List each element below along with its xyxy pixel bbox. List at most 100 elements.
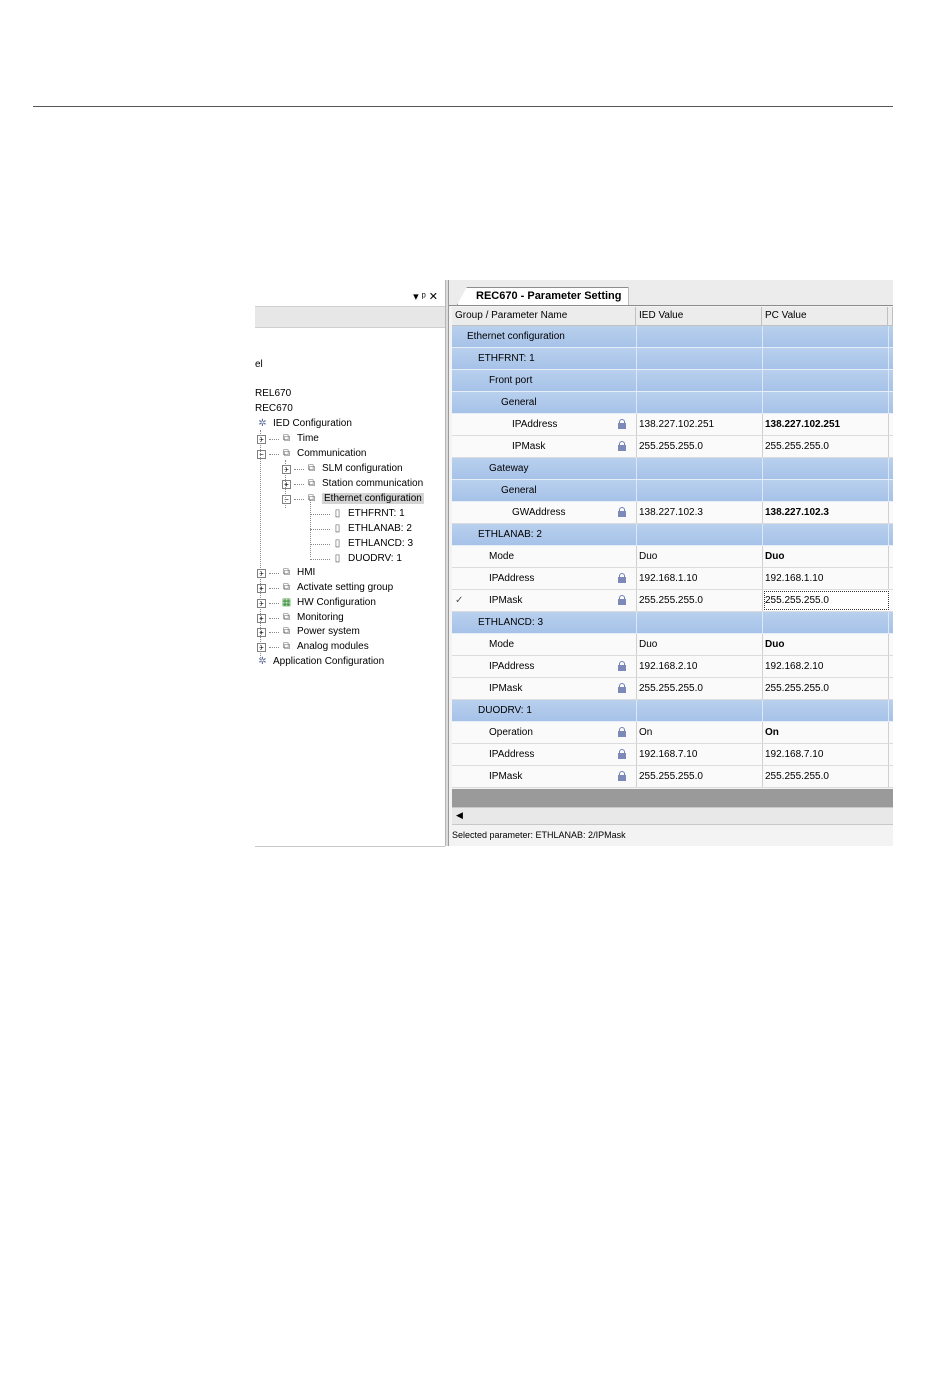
group-row[interactable]: ETHLANAB: 2	[452, 524, 893, 546]
parameter-row[interactable]: Operation On On	[452, 722, 893, 744]
tree-item[interactable]: + ⧉ Station communication	[282, 477, 423, 492]
tree-item[interactable]: + ⧉ Time	[257, 432, 319, 447]
parameter-icon: ▯	[334, 538, 341, 549]
group-row[interactable]: ETHLANCD: 3	[452, 612, 893, 634]
parameter-row[interactable]: Mode Duo Duo	[452, 634, 893, 656]
parameter-row[interactable]: IPMask 255.255.255.0 255.255.255.0	[452, 766, 893, 788]
tree-item[interactable]: el	[255, 358, 263, 373]
tree-item[interactable]: + ⧉ SLM configuration	[282, 462, 403, 477]
group-row[interactable]: ETHFRNT: 1	[452, 348, 893, 370]
expand-icon[interactable]: +	[257, 568, 266, 578]
column-header-ied-value[interactable]: IED Value	[636, 307, 762, 325]
close-icon[interactable]: ✕	[429, 291, 441, 303]
tree-item[interactable]: + ▦ HW Configuration	[257, 596, 376, 611]
parameter-name: IPAddress	[489, 573, 535, 584]
collapse-icon[interactable]: −	[257, 449, 266, 459]
group-row[interactable]: Ethernet configuration	[452, 326, 893, 348]
column-header-name[interactable]: Group / Parameter Name	[452, 307, 636, 325]
function-icon: ⧉	[282, 433, 291, 444]
column-separator	[888, 700, 889, 721]
tree-item-label: el	[255, 359, 263, 370]
column-separator	[636, 348, 637, 369]
tree-item[interactable]: ▯ ETHFRNT: 1	[332, 507, 405, 522]
pc-value-cell[interactable]: 255.255.255.0	[763, 436, 829, 457]
tree-connector	[269, 617, 279, 619]
pc-value-cell[interactable]: 255.255.255.0	[763, 678, 829, 699]
tree-item[interactable]: ✲ Application Configuration	[257, 655, 384, 670]
function-icon: ⧉	[282, 641, 291, 652]
column-separator	[762, 326, 763, 347]
ied-value-cell: Duo	[639, 551, 658, 562]
group-row[interactable]: General	[452, 480, 893, 502]
tree-item[interactable]: + ⧉ Monitoring	[257, 611, 344, 626]
tree-item[interactable]: ▯ ETHLANCD: 3	[332, 537, 413, 552]
pc-value-cell[interactable]: 192.168.1.10	[763, 568, 823, 589]
group-name: ETHFRNT: 1	[478, 353, 535, 364]
parameter-name: Mode	[489, 639, 515, 650]
parameter-row[interactable]: IPAddress 138.227.102.251 138.227.102.251	[452, 414, 893, 436]
column-separator	[762, 700, 763, 721]
expand-icon[interactable]: +	[257, 598, 266, 608]
parameter-row[interactable]: GWAddress 138.227.102.3 138.227.102.3	[452, 502, 893, 524]
tree-guide-line	[285, 460, 286, 508]
column-separator	[636, 722, 637, 743]
pc-value-cell[interactable]: Duo	[763, 546, 784, 567]
parameter-row[interactable]: IPMask 255.255.255.0 255.255.255.0	[452, 436, 893, 458]
tree-item-label: SLM configuration	[322, 463, 403, 474]
tree-item[interactable]: ✲ IED Configuration	[257, 417, 352, 432]
expand-icon[interactable]: +	[257, 434, 266, 444]
expand-icon[interactable]: +	[257, 642, 266, 652]
column-header-extra[interactable]	[888, 307, 893, 325]
tree-item[interactable]: + ⧉ HMI	[257, 566, 315, 581]
tree-item[interactable]: ▯ ETHLANAB: 2	[332, 522, 412, 537]
parameter-row[interactable]: IPMask 255.255.255.0 255.255.255.0	[452, 678, 893, 700]
tree-item[interactable]: + ⧉ Power system	[257, 625, 360, 640]
group-row[interactable]: Front port	[452, 370, 893, 392]
tree-item[interactable]: − ⧉ Ethernet configuration	[282, 492, 424, 507]
expand-icon[interactable]: +	[282, 479, 291, 489]
pane-menu-icon[interactable]: ▾	[413, 291, 422, 303]
pc-value-cell[interactable]: Duo	[763, 634, 784, 655]
pc-value-cell[interactable]: 192.168.7.10	[763, 744, 823, 765]
tree-item[interactable]: + ⧉ Activate setting group	[257, 581, 393, 596]
parameter-row[interactable]: IPAddress 192.168.2.10 192.168.2.10	[452, 656, 893, 678]
group-name: ETHLANAB: 2	[478, 529, 542, 540]
function-icon: ⧉	[307, 493, 316, 504]
column-separator	[636, 612, 637, 633]
expand-icon[interactable]: +	[257, 583, 266, 593]
collapse-icon[interactable]: −	[282, 494, 291, 504]
tree-item[interactable]: REL670	[255, 387, 291, 402]
parameter-icon: ▯	[334, 523, 341, 534]
pc-value-cell[interactable]: 255.255.255.0	[763, 590, 890, 611]
horizontal-scrollbar[interactable]: ◀	[452, 807, 893, 825]
parameter-row[interactable]: IPMask ✓ 255.255.255.0 255.255.255.0	[452, 590, 893, 612]
pc-value-cell[interactable]: On	[763, 722, 779, 743]
tab-parameter-setting[interactable]: REC670 - Parameter Setting	[457, 287, 629, 305]
expand-icon[interactable]: +	[257, 613, 266, 623]
group-name: Ethernet configuration	[467, 331, 565, 342]
tree-connector	[269, 438, 279, 440]
parameter-row[interactable]: IPAddress 192.168.1.10 192.168.1.10	[452, 568, 893, 590]
scroll-left-icon[interactable]: ◀	[456, 810, 463, 821]
group-row[interactable]: Gateway	[452, 458, 893, 480]
pc-value-cell[interactable]: 138.227.102.3	[763, 502, 829, 523]
grid-empty-area	[452, 789, 893, 807]
group-row[interactable]: General	[452, 392, 893, 414]
column-header-pc-value[interactable]: PC Value	[762, 307, 888, 325]
tree-item[interactable]: + ⧉ Analog modules	[257, 640, 369, 655]
column-separator	[888, 678, 889, 699]
column-separator	[636, 414, 637, 435]
tree-item[interactable]: ▯ DUODRV: 1	[332, 552, 402, 567]
group-row[interactable]: DUODRV: 1	[452, 700, 893, 722]
parameter-row[interactable]: Mode Duo Duo	[452, 546, 893, 568]
tree-item[interactable]: − ⧉ Communication	[257, 447, 366, 462]
expand-icon[interactable]: +	[282, 464, 291, 474]
pc-value-cell[interactable]: 255.255.255.0	[763, 766, 829, 787]
group-name: Front port	[489, 375, 533, 386]
pc-value-cell[interactable]: 192.168.2.10	[763, 656, 823, 677]
pc-value-cell[interactable]: 138.227.102.251	[763, 414, 840, 435]
tree-item[interactable]: REC670	[255, 402, 293, 417]
parameter-row[interactable]: IPAddress 192.168.7.10 192.168.7.10	[452, 744, 893, 766]
pin-icon[interactable]: ᵖ	[422, 291, 429, 303]
expand-icon[interactable]: +	[257, 627, 266, 637]
